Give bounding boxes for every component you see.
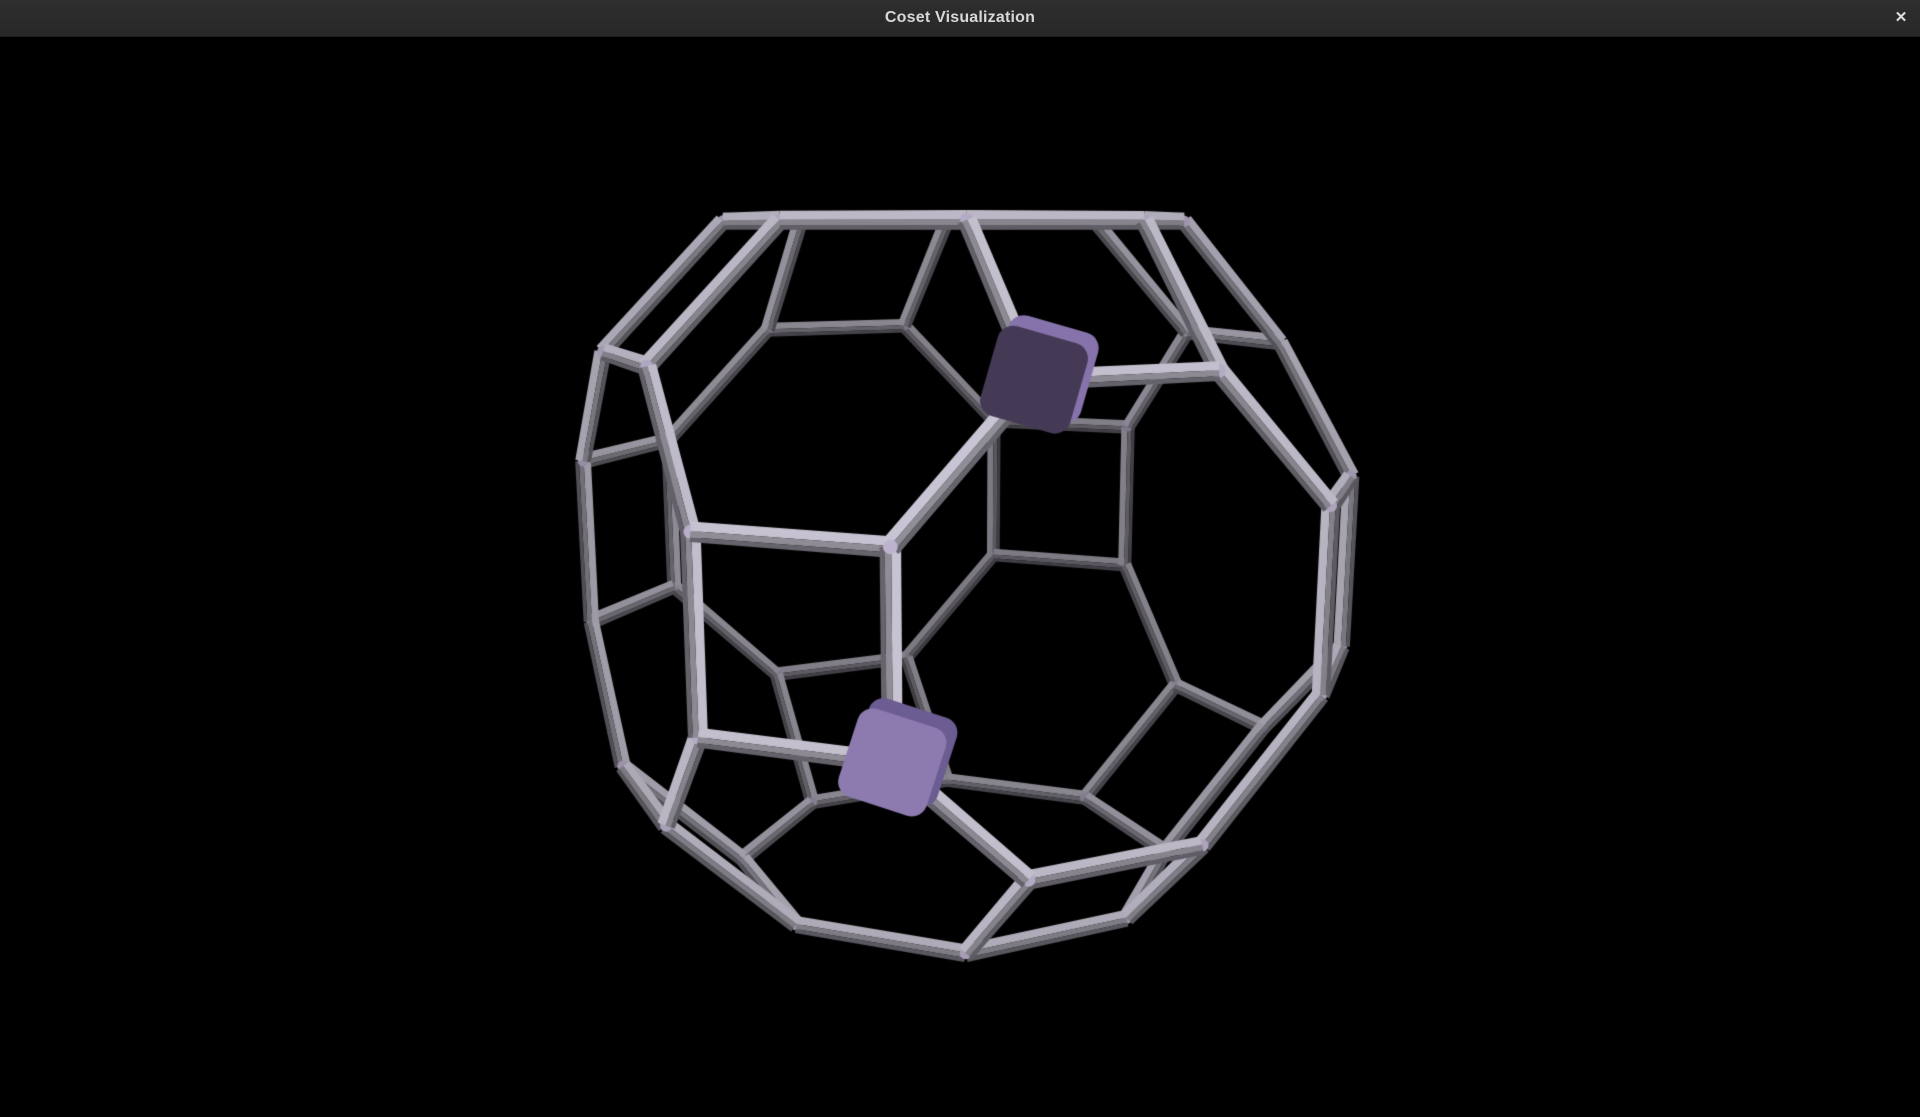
window-title: Coset Visualization <box>885 9 1035 27</box>
close-icon[interactable]: ✕ <box>1888 5 1914 31</box>
window-titlebar[interactable]: Coset Visualization ✕ <box>0 0 1920 37</box>
coset-3d-canvas[interactable] <box>0 37 1920 1117</box>
visualization-viewport <box>0 37 1920 1117</box>
